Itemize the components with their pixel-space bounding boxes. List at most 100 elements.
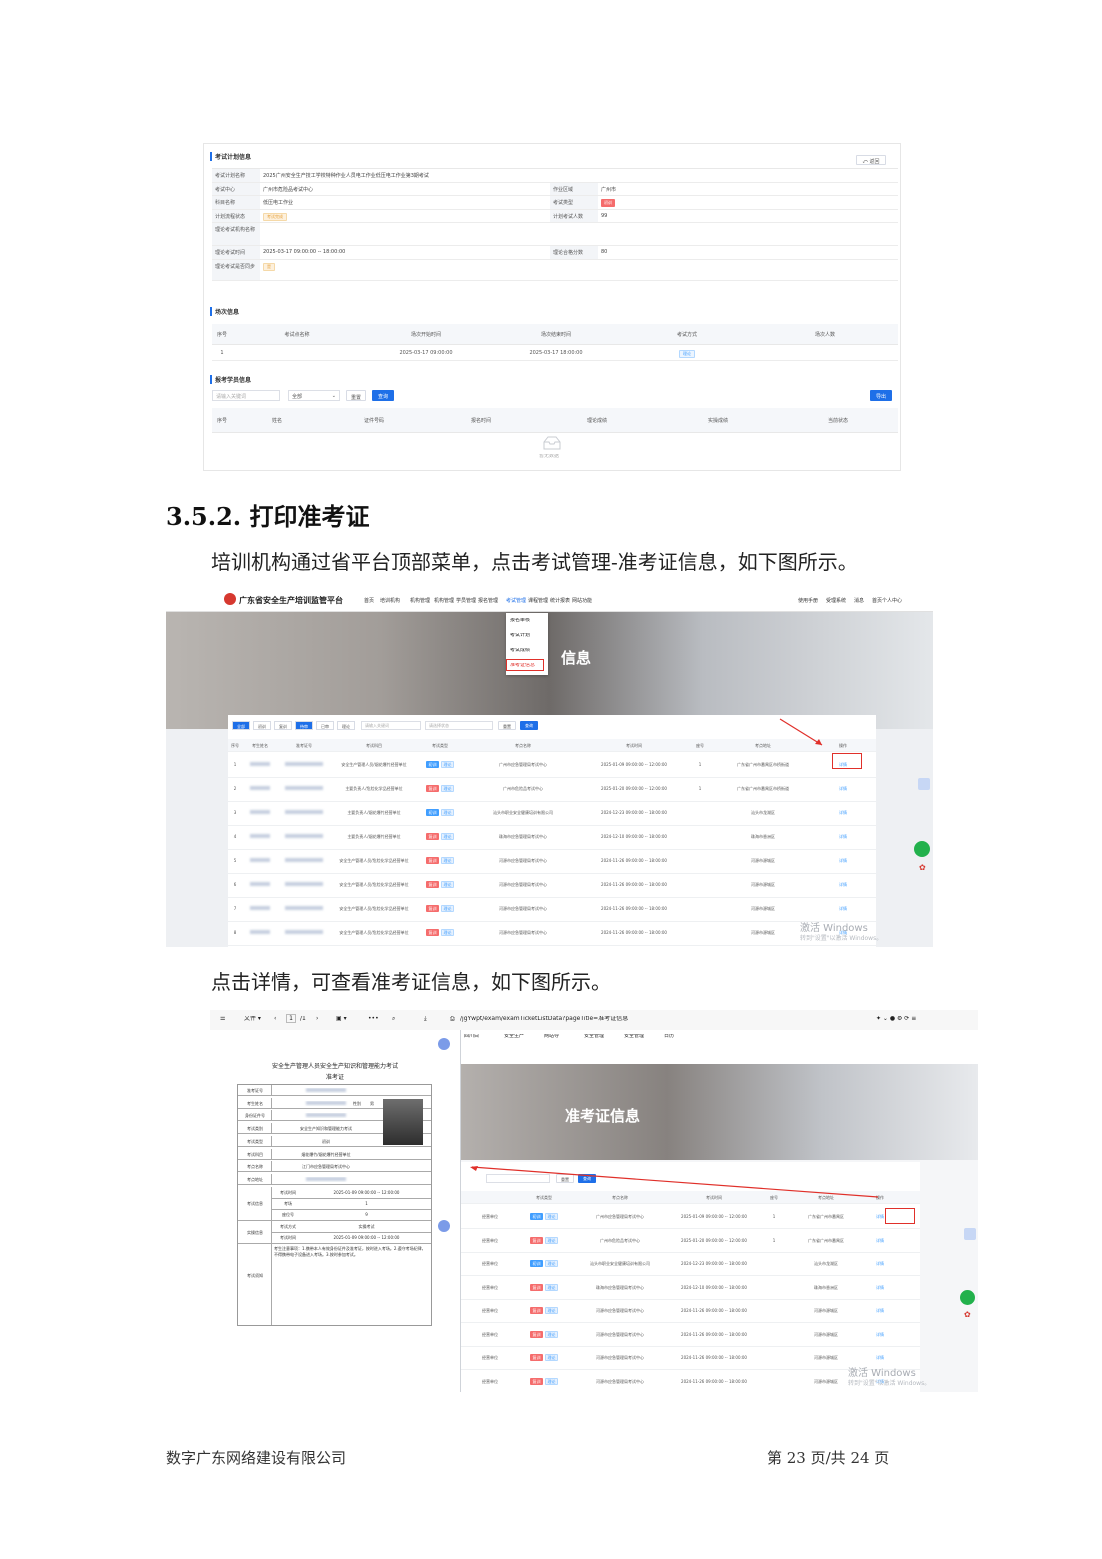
user-menu-item[interactable]: 消息 bbox=[854, 597, 864, 604]
float-tool-icon[interactable] bbox=[964, 1228, 976, 1240]
filter-button[interactable]: 初训 bbox=[253, 721, 271, 730]
export-button[interactable]: 导出 bbox=[870, 390, 892, 401]
detail-link[interactable]: 详情 bbox=[876, 1261, 884, 1266]
table-cell: 广州市应急管理局考试中心 bbox=[499, 762, 547, 767]
filter-button[interactable]: 待审 bbox=[295, 721, 313, 730]
ticket-subtitle: 准考证 bbox=[325, 1074, 344, 1081]
ticket-field-label: 考生姓名 bbox=[247, 1100, 263, 1106]
block-divider bbox=[271, 1186, 272, 1220]
prev-page-icon[interactable]: ‹ bbox=[274, 1016, 276, 1022]
filter-button[interactable]: 复训 bbox=[274, 721, 292, 730]
table-cell[interactable]: 详情 bbox=[860, 1299, 900, 1322]
candidate-photo bbox=[383, 1099, 423, 1145]
table-cell[interactable]: 详情 bbox=[810, 897, 876, 921]
ticket-title: 安全生产管理人员安全生产知识和管理能力考试 bbox=[271, 1063, 398, 1070]
nav-item[interactable]: 学员管理 bbox=[456, 597, 476, 604]
table-cell[interactable]: 详情 bbox=[810, 873, 876, 897]
table-cell[interactable]: 详情 bbox=[860, 1229, 900, 1252]
print-icon[interactable]: ⎙ bbox=[450, 1016, 455, 1022]
table-cell: 复训 理论 bbox=[418, 873, 462, 897]
table-cell bbox=[684, 849, 716, 873]
table-cell[interactable]: 详情 bbox=[810, 849, 876, 873]
table-cell[interactable]: 详情 bbox=[860, 1252, 900, 1275]
detail-link[interactable]: 详情 bbox=[839, 906, 847, 911]
filter-button[interactable]: 理论 bbox=[337, 721, 355, 730]
bookmark-item[interactable]: 安全管理 bbox=[624, 1034, 644, 1039]
search-doc-icon[interactable]: ⌕ bbox=[392, 1016, 395, 1022]
table-cell: 3 bbox=[233, 810, 237, 815]
detail-link[interactable]: 详情 bbox=[839, 810, 847, 815]
table-cell[interactable]: 详情 bbox=[810, 777, 876, 801]
query-button[interactable]: 查询 bbox=[520, 721, 538, 730]
bookmark-item[interactable]: 四川白 bbox=[464, 1034, 479, 1039]
nav-item[interactable]: 机构管理 bbox=[434, 597, 454, 604]
toc-icon[interactable]: ☰ bbox=[220, 1016, 225, 1022]
query-button[interactable]: 查询 bbox=[372, 390, 394, 401]
filter-button[interactable]: 全部 bbox=[232, 721, 250, 730]
view-mode-icon[interactable]: ▣ ▾ bbox=[336, 1016, 347, 1022]
student-status-select[interactable]: 全部 ⌄ bbox=[288, 390, 340, 401]
bookmark-item[interactable]: 安全管理 bbox=[584, 1034, 604, 1039]
nav-item[interactable]: 统计报表 bbox=[550, 597, 570, 604]
reset-button[interactable]: 重置 bbox=[346, 390, 366, 401]
nav-item[interactable]: 机构管理 bbox=[410, 597, 430, 604]
nav-item[interactable]: 首页 bbox=[364, 597, 374, 604]
flower-icon[interactable]: ✿ bbox=[964, 1310, 971, 1319]
user-menu-item[interactable]: 首页个人中心 bbox=[872, 597, 902, 604]
browser-controls[interactable]: ✦ ⌄ ● ⚙ ⟳ ≡ bbox=[876, 1016, 916, 1022]
user-menu-item[interactable]: 受理系统 bbox=[826, 597, 846, 604]
table-cell[interactable]: 详情 bbox=[810, 801, 876, 825]
float-tool-icon[interactable] bbox=[918, 778, 930, 790]
mode-tag: 理论 bbox=[441, 761, 454, 768]
table-cell: 河源市源城区 bbox=[751, 930, 775, 935]
file-menu[interactable]: 文件 ▾ bbox=[244, 1016, 261, 1022]
keyword-input[interactable]: 请输入关键词 bbox=[361, 721, 421, 730]
dropdown-item[interactable]: 考试计划 bbox=[510, 633, 530, 638]
detail-link[interactable]: 详情 bbox=[876, 1332, 884, 1337]
detail-link[interactable]: 详情 bbox=[876, 1214, 884, 1219]
bookmark-item[interactable]: 网站导 bbox=[544, 1034, 559, 1039]
reset-button[interactable]: 重置 bbox=[498, 721, 516, 730]
bookmark-item[interactable]: 日历 bbox=[664, 1034, 674, 1039]
nav-item[interactable]: 网站功能 bbox=[572, 597, 592, 604]
next-page-icon[interactable]: › bbox=[316, 1016, 318, 1022]
detail-link[interactable]: 详情 bbox=[876, 1238, 884, 1243]
nav-item[interactable]: 考试管理 bbox=[506, 597, 526, 604]
table-cell[interactable]: 详情 bbox=[860, 1323, 900, 1346]
user-menu-item[interactable]: 使用手册 bbox=[798, 597, 818, 604]
page-input[interactable]: 1 bbox=[286, 1014, 296, 1023]
pdf-float-icon[interactable] bbox=[438, 1038, 450, 1050]
nav-item[interactable]: 报名管理 bbox=[478, 597, 498, 604]
more-icon[interactable]: ••• bbox=[368, 1016, 379, 1022]
detail-link[interactable]: 详情 bbox=[876, 1308, 884, 1313]
download-icon[interactable]: ⤓ bbox=[424, 1016, 427, 1022]
detail-link[interactable]: 详情 bbox=[876, 1355, 884, 1360]
table-cell[interactable]: 详情 bbox=[860, 1276, 900, 1299]
dropdown-item[interactable]: 报名审核 bbox=[510, 618, 530, 623]
type-tag: 复训 bbox=[426, 833, 439, 840]
back-button[interactable]: ⤺ 返回 bbox=[856, 155, 886, 165]
assistant-icon[interactable] bbox=[914, 841, 930, 857]
address-bar[interactable]: /jgYwpt/exam/examTicketListData?pageTitl… bbox=[460, 1016, 830, 1022]
dropdown-item[interactable]: 考试成绩 bbox=[510, 648, 530, 653]
flower-icon[interactable]: ✿ bbox=[919, 863, 926, 872]
windows-watermark-sub: 转到"设置"以激活 Windows。 bbox=[848, 1380, 931, 1387]
nav-item[interactable]: 课程管理 bbox=[528, 597, 548, 604]
bookmark-item[interactable]: 安全生产 bbox=[504, 1034, 524, 1039]
detail-link[interactable]: 详情 bbox=[839, 882, 847, 887]
assistant-icon[interactable] bbox=[960, 1290, 975, 1305]
theory-info-field-label: 座位号 bbox=[282, 1211, 294, 1217]
detail-link[interactable]: 详情 bbox=[839, 858, 847, 863]
status-select[interactable]: 请选择状态 bbox=[425, 721, 493, 730]
detail-link[interactable]: 详情 bbox=[876, 1285, 884, 1290]
session-table-header: 序号 考试点名称 场次开始时间 场次结束时间 考试方式 场次人数 bbox=[212, 324, 898, 345]
theory-info-field-value: 1 bbox=[365, 1200, 368, 1206]
blurred-name bbox=[250, 882, 270, 886]
table-cell[interactable]: 详情 bbox=[810, 825, 876, 849]
nav-item[interactable]: 培训机构 bbox=[380, 597, 400, 604]
filter-button[interactable]: 已审 bbox=[316, 721, 334, 730]
student-search-input[interactable]: 请输入关键词 bbox=[212, 390, 280, 401]
pdf-side-icon[interactable] bbox=[438, 1220, 450, 1232]
detail-link[interactable]: 详情 bbox=[839, 786, 847, 791]
detail-link[interactable]: 详情 bbox=[839, 834, 847, 839]
